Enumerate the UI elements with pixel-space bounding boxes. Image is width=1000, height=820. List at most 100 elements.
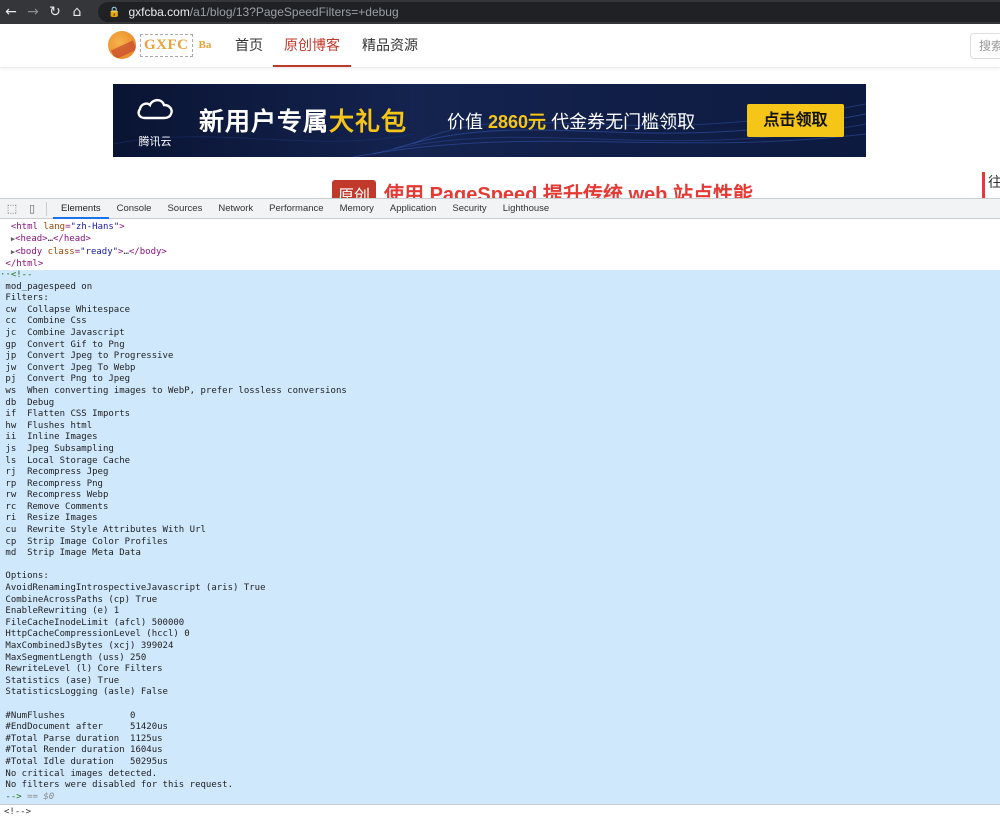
comment-open: <!--	[10, 270, 33, 280]
comment-lines: mod_pagespeed on Filters: cw Collapse Wh…	[0, 282, 1000, 792]
comment-line: md Strip Image Meta Data	[0, 548, 141, 559]
tab-divider	[46, 201, 47, 216]
comment-line: MaxCombinedJsBytes (xcj) 399024	[0, 641, 174, 651]
comment-line: Filters:	[0, 293, 49, 304]
tencent-cloud-name: 腾讯云	[138, 136, 172, 148]
comment-line: #EndDocument after 51420us	[0, 722, 168, 733]
home-icon[interactable]: ⌂	[66, 0, 88, 24]
search-input[interactable]: 搜索	[970, 33, 1000, 59]
comment-line: jp Convert Jpeg to Progressive	[0, 351, 174, 362]
head-tag-name: head	[20, 234, 43, 245]
tree-node-head[interactable]: ▶<head>…</head>	[0, 233, 1000, 245]
comment-line: mod_pagespeed on	[0, 281, 93, 292]
nav-item-resources[interactable]: 精品资源	[362, 24, 418, 67]
banner-headline-white: 新用户专属	[199, 108, 330, 136]
url-host: gxfcba.com	[128, 5, 190, 19]
logo-subtext: Ba	[198, 39, 212, 51]
body-class-attr: class	[47, 246, 75, 257]
comment-line: cp Strip Image Color Profiles	[0, 536, 168, 547]
comment-line: ii Inline Images	[0, 432, 98, 443]
device-toolbar-icon[interactable]: ▯	[24, 201, 40, 217]
banner-value-text: 价值 2860元 代金券无门槛领取	[447, 108, 695, 134]
comment-line: #NumFlushes 0	[0, 710, 136, 721]
comment-line: AvoidRenamingIntrospectiveJavascript (ar…	[0, 583, 266, 594]
banner-value-amount: 2860元	[488, 112, 547, 132]
original-badge: 原创	[332, 180, 377, 198]
tree-node-html-close[interactable]: </html>	[0, 258, 1000, 270]
tencent-cloud-logo: 腾讯云	[133, 96, 177, 148]
head-close-tag-name: head	[63, 234, 86, 245]
article-title: 原创 使用 PageSpeed 提升传统 web 站点性能	[332, 180, 753, 198]
tab-console[interactable]: Console	[109, 199, 160, 219]
html-close-tag: </html>	[5, 258, 44, 269]
nav-item-original-blog[interactable]: 原创博客	[273, 24, 351, 67]
comment-line: gp Convert Gif to Png	[0, 339, 125, 350]
nav-item-home[interactable]: 首页	[235, 24, 263, 67]
comment-line: jc Combine Javascript	[0, 327, 125, 338]
comment-line: rc Remove Comments	[0, 501, 109, 512]
tab-lighthouse[interactable]: Lighthouse	[495, 199, 557, 219]
tab-memory[interactable]: Memory	[332, 199, 382, 219]
comment-line: hw Flushes html	[0, 420, 93, 431]
browser-toolbar: ← → ↻ ⌂ 🔒 gxfcba.com/a1/blog/13?PageSpee…	[0, 0, 1000, 24]
comment-line: ls Local Storage Cache	[0, 455, 131, 466]
comment-line: Options:	[0, 571, 49, 582]
forward-arrow-icon[interactable]: →	[22, 0, 44, 24]
comment-line: StatisticsLogging (asle) False	[0, 687, 168, 698]
banner-value-prefix: 价值	[447, 112, 483, 132]
tab-elements[interactable]: Elements	[53, 199, 109, 219]
comment-line: rj Recompress Jpeg	[0, 467, 109, 478]
selected-comment-node[interactable]: ··<!-- mod_pagespeed on Filters: cw Coll…	[0, 270, 1000, 804]
comment-line: cw Collapse Whitespace	[0, 304, 131, 315]
back-arrow-icon[interactable]: ←	[0, 0, 22, 24]
comment-line: cc Combine Css	[0, 316, 87, 327]
address-bar[interactable]: 🔒 gxfcba.com/a1/blog/13?PageSpeedFilters…	[98, 2, 1000, 22]
html-lang-value: "zh-Hans"	[70, 222, 120, 232]
tab-security[interactable]: Security	[444, 199, 494, 219]
comment-line: HttpCacheCompressionLevel (hccl) 0	[0, 629, 190, 640]
banner-headline: 新用户专属大礼包	[199, 102, 407, 138]
comment-line: Statistics (ase) True	[0, 675, 120, 686]
tree-node-body[interactable]: ▶<body class="ready">…</body>	[0, 246, 1000, 258]
lock-icon: 🔒	[108, 6, 121, 18]
comment-line: if Flatten CSS Imports	[0, 409, 131, 420]
comment-line: pj Convert Png to Jpeg	[0, 374, 131, 385]
comment-line: jw Convert Jpeg To Webp	[0, 362, 136, 373]
article-title-text: 使用 PageSpeed 提升传统 web 站点性能	[384, 184, 753, 198]
body-class-value: "ready"	[80, 246, 119, 257]
body-tag-name: body	[20, 246, 43, 257]
comment-close: -->	[5, 791, 22, 802]
comment-line: No filters were disabled for this reques…	[0, 780, 233, 791]
reload-icon[interactable]: ↻	[44, 0, 66, 24]
claim-button[interactable]: 点击领取	[747, 104, 844, 137]
html-tag-name: html	[16, 222, 38, 232]
banner-headline-yellow: 大礼包	[329, 108, 408, 136]
tab-application[interactable]: Application	[382, 199, 444, 219]
selected-node-indicator: == $0	[27, 791, 55, 802]
dom-tree: <html lang="zh-Hans"> ▶<head>…</head> ▶<…	[0, 221, 1000, 270]
tab-performance[interactable]: Performance	[261, 199, 331, 219]
comment-line: js Jpeg Subsampling	[0, 443, 114, 454]
devtools-breadcrumb[interactable]: <!-->	[0, 804, 1000, 820]
comment-line: cu Rewrite Style Attributes With Url	[0, 525, 206, 536]
inspect-element-icon[interactable]: ⬚	[4, 201, 20, 217]
logo-mountain-icon	[108, 31, 136, 59]
comment-line: rw Recompress Webp	[0, 490, 109, 501]
comment-line	[0, 699, 1000, 711]
banner-value-suffix: 代金券无门槛领取	[551, 112, 696, 132]
comment-line: ri Resize Images	[0, 513, 98, 524]
html-lang-attr: lang	[43, 222, 66, 232]
tab-sources[interactable]: Sources	[159, 199, 210, 219]
tab-network[interactable]: Network	[210, 199, 261, 219]
site-logo[interactable]: GXFC Ba	[108, 31, 211, 59]
comment-line: EnableRewriting (e) 1	[0, 606, 120, 617]
comment-line: CombineAcrossPaths (cp) True	[0, 594, 158, 605]
comment-open-marker: ··<!--	[0, 270, 33, 280]
site-header: GXFC Ba 首页 原创博客 精品资源 搜索	[0, 24, 1000, 68]
comment-line: #Total Idle duration 50295us	[0, 756, 168, 767]
comment-line: FileCacheInodeLimit (afcl) 500000	[0, 617, 185, 628]
tree-node-html[interactable]: <html lang="zh-Hans">	[0, 221, 1000, 233]
ad-banner[interactable]: 腾讯云 新用户专属大礼包 价值 2860元 代金券无门槛领取 点击领取	[113, 84, 866, 157]
comment-line	[0, 560, 1000, 572]
url-path: /a1/blog/13?PageSpeedFilters=+debug	[189, 5, 399, 19]
